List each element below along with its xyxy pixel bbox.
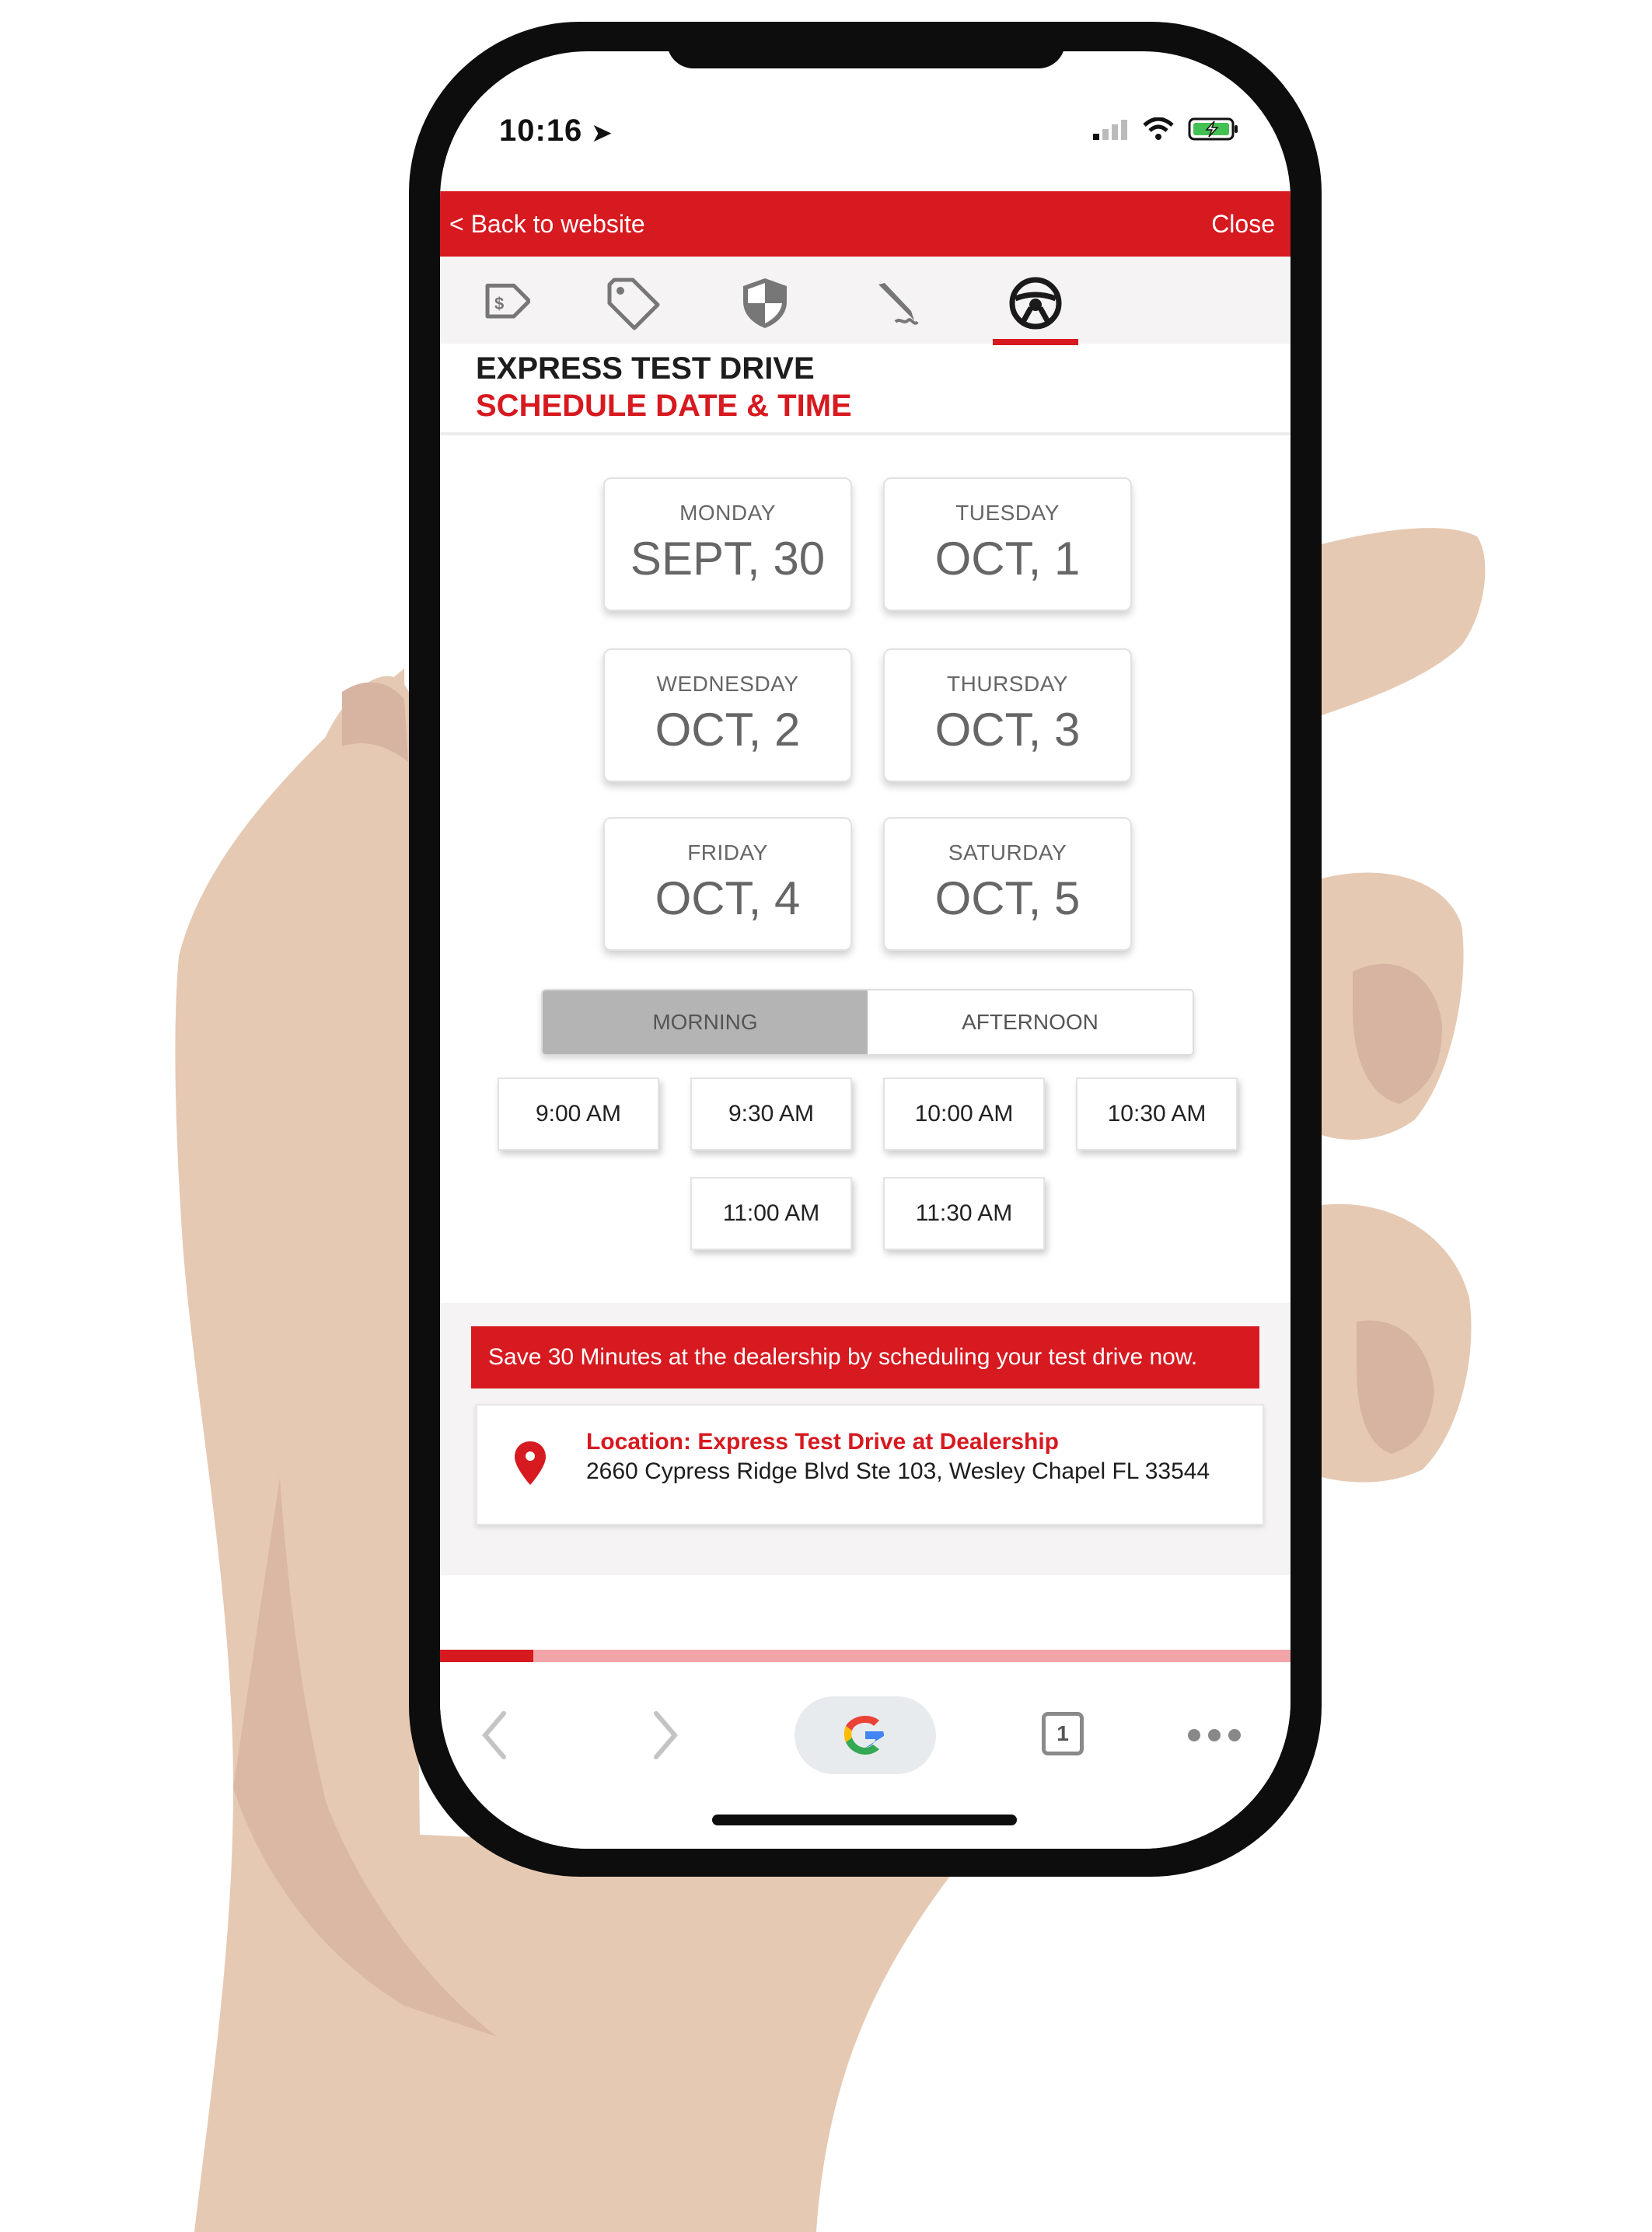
chevron-right-icon[interactable] xyxy=(650,1710,681,1760)
time-slot-button[interactable]: 11:00 AM xyxy=(690,1177,852,1250)
pen-signature-icon[interactable] xyxy=(868,274,927,333)
google-icon xyxy=(843,1716,884,1755)
progress-fill xyxy=(440,1650,533,1662)
wifi-icon xyxy=(1143,117,1174,140)
day-card-saturday[interactable]: SATURDAY OCT, 5 xyxy=(883,817,1132,951)
price-tag-dollar-icon[interactable]: $ xyxy=(471,274,530,333)
time-slot-button[interactable]: 11:30 AM xyxy=(883,1177,1045,1250)
header-divider xyxy=(440,432,1291,435)
more-dots-icon[interactable] xyxy=(1186,1727,1242,1743)
time-slot-button[interactable]: 10:00 AM xyxy=(883,1078,1045,1151)
tab-count: 1 xyxy=(1057,1721,1069,1745)
active-step-indicator xyxy=(993,339,1078,345)
step-icon-bar: $ xyxy=(440,257,1291,344)
day-card-friday[interactable]: FRIDAY OCT, 4 xyxy=(603,817,852,951)
tabs-icon[interactable]: 1 xyxy=(1042,1712,1084,1755)
location-title: Location: Express Test Drive at Dealersh… xyxy=(586,1429,1059,1455)
day-card-wednesday[interactable]: WEDNESDAY OCT, 2 xyxy=(603,648,852,782)
day-date: SEPT, 30 xyxy=(630,533,826,585)
morning-tab[interactable]: MORNING xyxy=(543,990,868,1054)
day-card-thursday[interactable]: THURSDAY OCT, 3 xyxy=(883,648,1132,782)
steering-wheel-icon[interactable] xyxy=(1006,274,1065,333)
top-bar: < Back to website Close xyxy=(440,191,1291,257)
period-toggle: MORNING AFTERNOON xyxy=(541,989,1194,1056)
phone-screen: 10:16 ➤ < Back to website Close $ EXPRES… xyxy=(440,51,1291,1849)
map-pin-icon xyxy=(515,1441,546,1485)
time-slot-button[interactable]: 9:30 AM xyxy=(690,1078,852,1151)
day-date: OCT, 4 xyxy=(655,872,801,924)
page-title: EXPRESS TEST DRIVE xyxy=(476,351,815,386)
location-arrow-icon: ➤ xyxy=(592,121,613,146)
chevron-left-icon[interactable] xyxy=(479,1710,510,1760)
close-button[interactable]: Close xyxy=(1211,210,1275,239)
day-weekday: TUESDAY xyxy=(955,501,1060,525)
day-date: OCT, 3 xyxy=(934,704,1081,756)
promo-banner: Save 30 Minutes at the dealership by sch… xyxy=(471,1326,1259,1388)
afternoon-tab[interactable]: AFTERNOON xyxy=(868,990,1193,1054)
page-subtitle: SCHEDULE DATE & TIME xyxy=(476,389,852,423)
day-date: OCT, 2 xyxy=(655,704,801,756)
battery-charging-icon xyxy=(1188,117,1238,141)
day-date: OCT, 5 xyxy=(934,872,1081,924)
google-search-button[interactable] xyxy=(795,1696,936,1774)
signal-icon xyxy=(1093,120,1127,140)
phone-notch xyxy=(667,22,1065,68)
day-weekday: SATURDAY xyxy=(948,840,1067,865)
status-indicators xyxy=(1093,117,1239,141)
shield-icon[interactable] xyxy=(735,274,795,333)
back-to-website-link[interactable]: < Back to website xyxy=(449,210,645,239)
home-indicator xyxy=(712,1815,1017,1825)
day-weekday: WEDNESDAY xyxy=(656,672,799,696)
tag-icon[interactable] xyxy=(603,274,662,333)
day-date: OCT, 1 xyxy=(934,533,1081,585)
day-card-tuesday[interactable]: TUESDAY OCT, 1 xyxy=(883,477,1132,611)
time-slot-button[interactable]: 9:00 AM xyxy=(498,1078,659,1151)
progress-track xyxy=(440,1650,1291,1662)
day-weekday: FRIDAY xyxy=(687,840,768,865)
location-card: Location: Express Test Drive at Dealersh… xyxy=(476,1404,1264,1525)
day-weekday: MONDAY xyxy=(679,501,776,525)
status-time-label: 10:16 xyxy=(499,114,583,148)
svg-text:$: $ xyxy=(494,294,504,313)
location-address: 2660 Cypress Ridge Blvd Ste 103, Wesley … xyxy=(586,1458,1210,1484)
time-slot-button[interactable]: 10:30 AM xyxy=(1076,1078,1238,1151)
day-card-monday[interactable]: MONDAY SEPT, 30 xyxy=(603,477,852,611)
status-time: 10:16 ➤ xyxy=(499,114,613,148)
day-weekday: THURSDAY xyxy=(947,672,1068,696)
